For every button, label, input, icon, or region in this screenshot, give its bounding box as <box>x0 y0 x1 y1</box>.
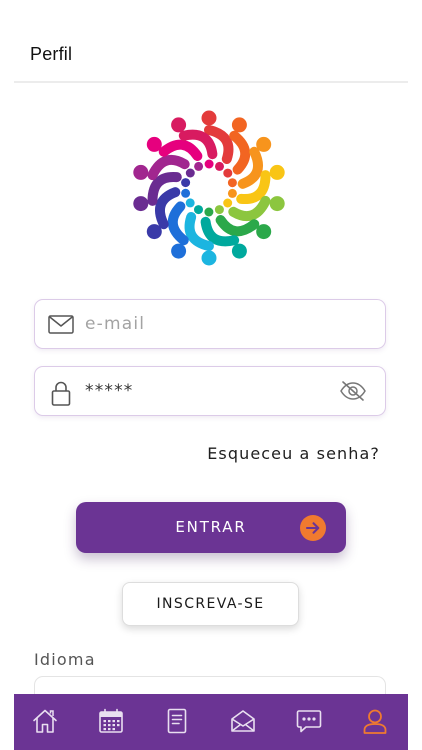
eye-slash-icon[interactable] <box>339 380 367 402</box>
email-input[interactable] <box>85 300 315 347</box>
tab-profile[interactable] <box>344 694 406 750</box>
page-title: Perfil <box>30 44 73 64</box>
user-icon <box>363 709 387 734</box>
tab-calendar[interactable] <box>80 694 142 750</box>
email-field[interactable] <box>34 299 386 349</box>
mail-open-icon <box>231 710 255 732</box>
tab-home[interactable] <box>14 694 76 750</box>
header: Perfil <box>0 0 422 83</box>
password-input[interactable] <box>85 367 315 414</box>
tab-chat[interactable] <box>278 694 340 750</box>
envelope-icon <box>47 312 75 338</box>
document-icon <box>167 708 187 734</box>
signup-button-label: INSCREVA-SE <box>156 596 265 612</box>
bottom-tab-bar <box>14 694 408 750</box>
tab-messages[interactable] <box>212 694 274 750</box>
arrow-right-circle-icon <box>300 515 326 541</box>
header-divider <box>14 81 408 83</box>
forgot-password-link[interactable]: Esqueceu a senha? <box>207 444 380 463</box>
signup-button[interactable]: INSCREVA-SE <box>122 582 299 626</box>
calendar-icon <box>99 708 123 733</box>
language-label: Idioma <box>34 650 96 669</box>
chat-icon <box>296 710 322 733</box>
home-icon <box>33 709 57 733</box>
enter-button[interactable]: ENTRAR <box>76 502 346 553</box>
password-field[interactable] <box>34 366 386 416</box>
tab-documents[interactable] <box>146 694 208 750</box>
lock-icon <box>47 379 75 406</box>
community-logo <box>128 108 290 268</box>
